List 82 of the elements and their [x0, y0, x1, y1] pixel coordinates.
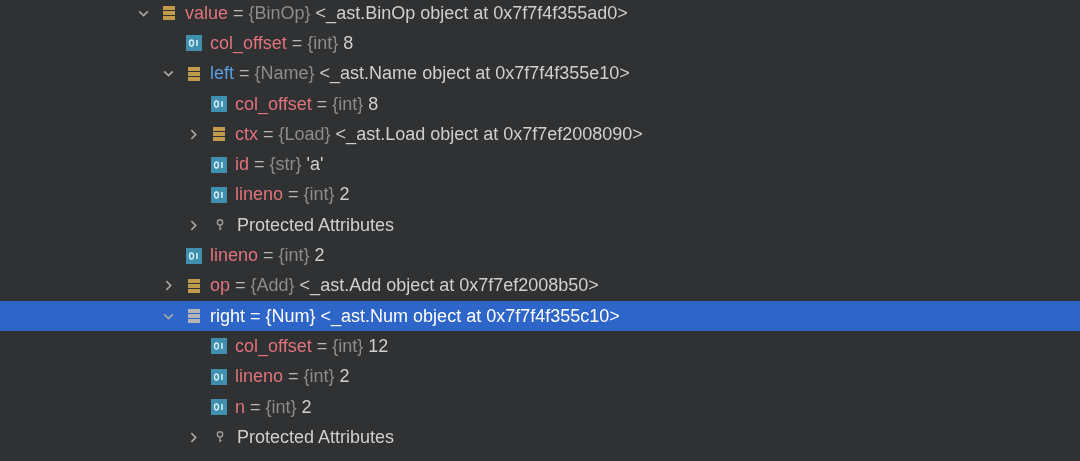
variable-type: {str}: [269, 154, 302, 176]
equals-sign: =: [250, 396, 261, 418]
primitive-value-icon: [211, 186, 227, 203]
variable-type: {BinOp}: [248, 2, 311, 24]
primitive-value-icon: [211, 96, 227, 113]
equals-sign: =: [235, 275, 246, 297]
tree-row[interactable]: left = {Name} <_ast.Name object at 0x7f7f4f355e10>: [0, 58, 1080, 89]
equals-sign: =: [291, 32, 303, 54]
tree-row[interactable]: lineno = {int} 2: [0, 240, 1080, 271]
variable-name: n: [235, 396, 245, 418]
tree-row[interactable]: Protected Attributes: [0, 210, 1080, 241]
tree-row[interactable]: n = {int} 2: [0, 391, 1080, 423]
equals-sign: =: [316, 93, 328, 115]
tree-row[interactable]: lineno = {int} 2: [0, 361, 1080, 392]
variable-name: col_offset: [210, 32, 287, 54]
variable-type: {int}: [332, 93, 364, 115]
equals-sign: =: [233, 2, 244, 24]
primitive-value-icon: [186, 35, 202, 52]
primitive-value-icon: [186, 247, 202, 264]
group-label: Protected Attributes: [237, 214, 395, 236]
tree-row[interactable]: op = {Add} <_ast.Add object at 0x7f7ef2008b50>: [0, 270, 1080, 301]
variable-type: {Num}: [265, 305, 316, 327]
tree-row[interactable]: col_offset = {int} 8: [0, 28, 1080, 59]
variable-name: op: [210, 275, 231, 297]
tree-row[interactable]: col_offset = {int} 12: [0, 331, 1080, 362]
variable-value: <_ast.Load object at 0x7f7ef2008090>: [335, 123, 643, 145]
variable-name: lineno: [210, 245, 259, 266]
primitive-value-icon: [211, 338, 227, 355]
variable-name: right: [210, 305, 245, 327]
variable-name: left: [210, 63, 234, 85]
variable-name: lineno: [235, 366, 284, 388]
variable-value: <_ast.BinOp object at 0x7f7f4f355ad0>: [315, 2, 628, 24]
stack-icon: [186, 308, 202, 325]
variable-type: {int}: [303, 366, 335, 388]
variable-name: col_offset: [235, 93, 312, 115]
group-label: Protected Attributes: [237, 426, 395, 448]
variable-name: id: [235, 154, 249, 176]
variable-type: {Load}: [278, 123, 331, 145]
variable-value: <_ast.Name object at 0x7f7f4f355e10>: [319, 63, 630, 85]
equals-sign: =: [263, 245, 274, 266]
variable-value: 2: [314, 245, 325, 266]
tree-row[interactable]: value = {BinOp} <_ast.BinOp object at 0x7f7f4f355ad0>: [0, 0, 1080, 29]
equals-sign: =: [288, 184, 299, 206]
tree-row[interactable]: right = {Num} <_ast.Num object at 0x7f7f4f355c10>: [0, 300, 1080, 332]
variable-name: value: [185, 2, 229, 24]
variable-type: {int}: [265, 396, 297, 418]
variable-value: 2: [339, 184, 350, 206]
variable-value: 2: [339, 366, 350, 388]
variable-name: col_offset: [235, 335, 312, 357]
equals-sign: =: [254, 154, 265, 176]
variable-value: <_ast.Num object at 0x7f7f4f355c10>: [320, 305, 620, 327]
variable-name: ctx: [235, 123, 258, 145]
variable-value: 8: [343, 32, 354, 54]
variable-value: 'a': [306, 154, 324, 176]
variable-name: lineno: [235, 184, 284, 206]
equals-sign: =: [288, 366, 299, 388]
tree-row[interactable]: id = {str} 'a': [0, 149, 1080, 180]
tree-row[interactable]: col_offset = {int} 8: [0, 88, 1080, 120]
tree-row[interactable]: Protected Attributes: [0, 422, 1080, 453]
variable-value: <_ast.Add object at 0x7f7ef2008b50>: [299, 275, 599, 297]
variable-value: 8: [368, 93, 379, 115]
variable-type: {int}: [278, 245, 310, 266]
variable-value: 12: [368, 335, 389, 357]
variable-value: 2: [301, 396, 312, 418]
stack-icon: [186, 65, 202, 82]
primitive-value-icon: [211, 368, 227, 385]
tree-row[interactable]: lineno = {int} 2: [0, 179, 1080, 211]
primitive-value-icon: [211, 399, 227, 415]
primitive-value-icon: [211, 156, 227, 173]
equals-sign: =: [316, 335, 328, 357]
equals-sign: =: [263, 123, 274, 145]
variable-type: {Add}: [250, 275, 295, 297]
equals-sign: =: [250, 305, 261, 327]
tree-row[interactable]: ctx = {Load} <_ast.Load object at 0x7f7ef2008090>: [0, 119, 1080, 150]
stack-icon: [161, 5, 177, 22]
variable-type: {Name}: [254, 63, 315, 85]
variable-type: {int}: [303, 184, 335, 206]
variable-type: {int}: [332, 335, 364, 357]
stack-icon: [211, 126, 227, 143]
equals-sign: =: [239, 63, 250, 85]
variable-type: {int}: [307, 32, 339, 54]
stack-icon: [186, 277, 202, 294]
